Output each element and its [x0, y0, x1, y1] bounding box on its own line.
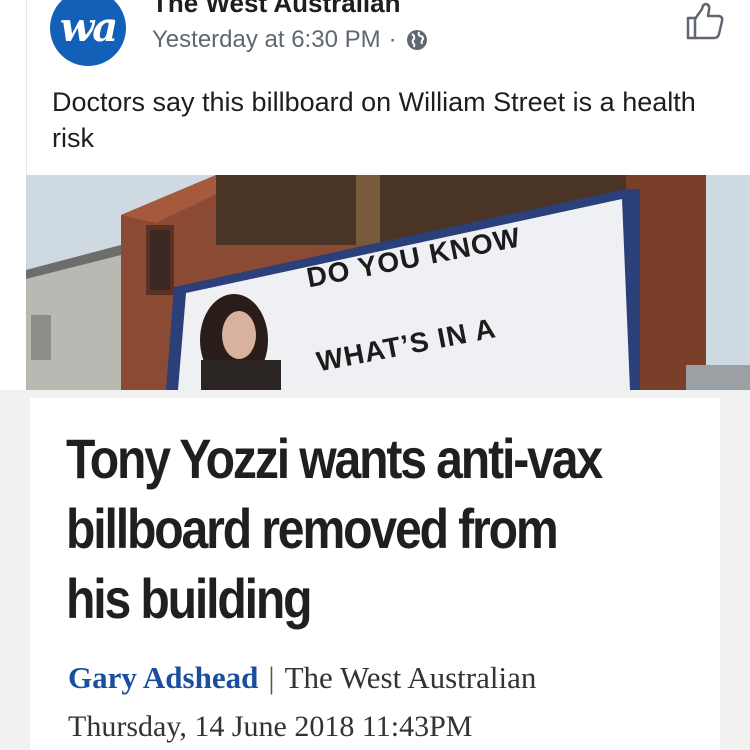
meta-separator: ·	[388, 26, 397, 53]
post-timestamp[interactable]: Yesterday at 6:30 PM	[152, 26, 381, 54]
page-name-link[interactable]: The West Australian	[152, 0, 401, 19]
thumbs-up-icon[interactable]	[684, 0, 726, 42]
byline-divider: |	[268, 660, 275, 695]
article-card[interactable]: Tony Yozzi wants anti-vax billboard remo…	[30, 398, 720, 750]
page-avatar[interactable]: wa	[50, 0, 126, 66]
article-date: Thursday, 14 June 2018 11:43PM	[68, 710, 473, 743]
post-meta: Yesterday at 6:30 PM ·	[152, 26, 429, 54]
globe-icon	[405, 28, 429, 52]
billboard-photo[interactable]: DO YOU KNOW WHAT’S IN A	[26, 175, 750, 390]
post-text: Doctors say this billboard on William St…	[52, 87, 696, 153]
byline: Gary Adshead | The West Australian	[68, 660, 536, 696]
publication-name: The West Australian	[284, 660, 537, 695]
article-headline[interactable]: Tony Yozzi wants anti-vax billboard remo…	[66, 424, 616, 634]
avatar-logo: wa	[59, 4, 118, 51]
author-link[interactable]: Gary Adshead	[68, 660, 258, 695]
